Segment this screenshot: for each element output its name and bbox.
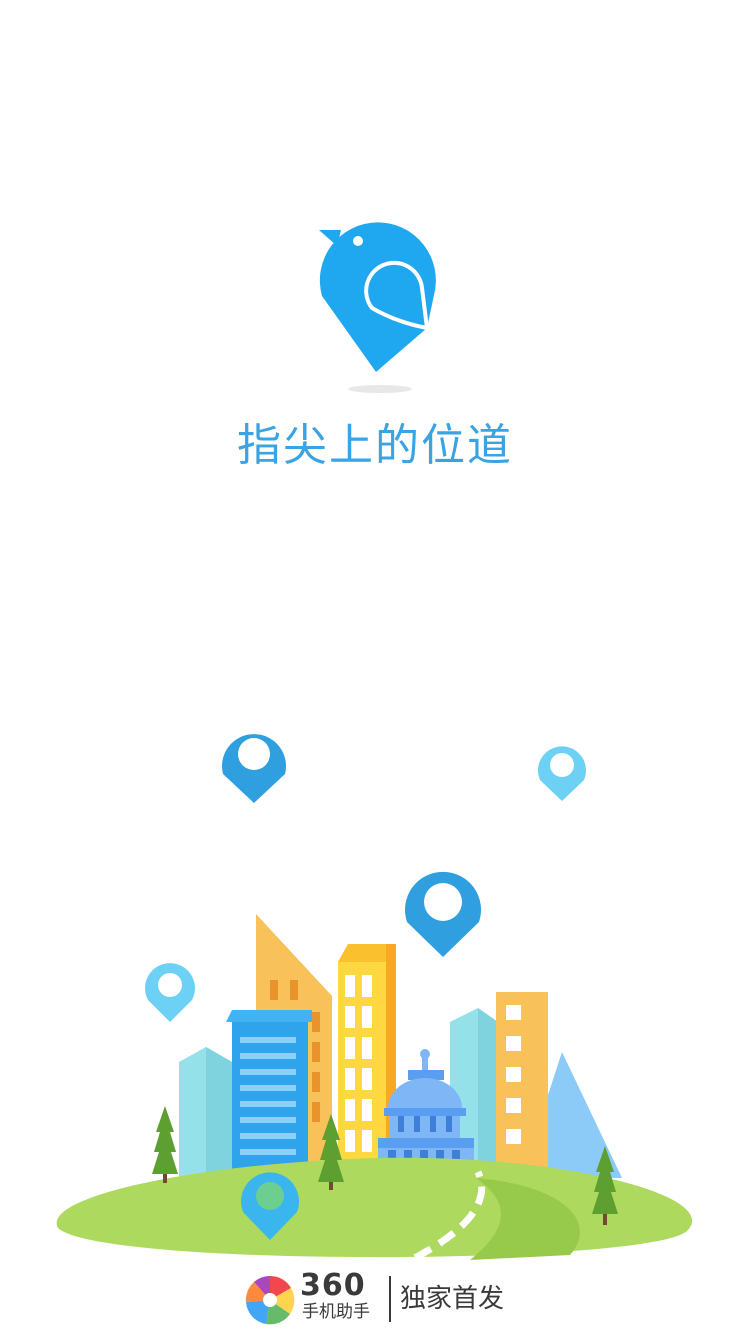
footer-divider <box>389 1276 391 1322</box>
360-assistant-logo-icon <box>245 1275 295 1325</box>
location-pin-icon <box>405 871 481 957</box>
building <box>179 1047 232 1178</box>
brand-name: 手机助手 <box>302 1302 370 1322</box>
bird-location-pin-icon <box>319 222 436 393</box>
location-pin-icon <box>222 734 286 803</box>
mountain <box>548 1052 622 1178</box>
slogan-text: 指尖上的位道 <box>237 420 513 471</box>
brand-number: 360 <box>300 1268 366 1303</box>
building <box>496 992 548 1178</box>
location-pin-icon <box>145 963 195 1022</box>
city-scene <box>56 734 693 1274</box>
tree-icon <box>152 1106 178 1183</box>
city-illustration <box>0 700 750 1280</box>
slogan: 指尖上的位道 <box>0 418 750 474</box>
building <box>226 1010 312 1182</box>
app-logo <box>300 200 450 400</box>
footer-branding: 360 手机助手 独家首发 <box>0 1268 750 1334</box>
location-pin-icon <box>538 746 587 801</box>
tagline: 独家首发 <box>400 1284 505 1314</box>
